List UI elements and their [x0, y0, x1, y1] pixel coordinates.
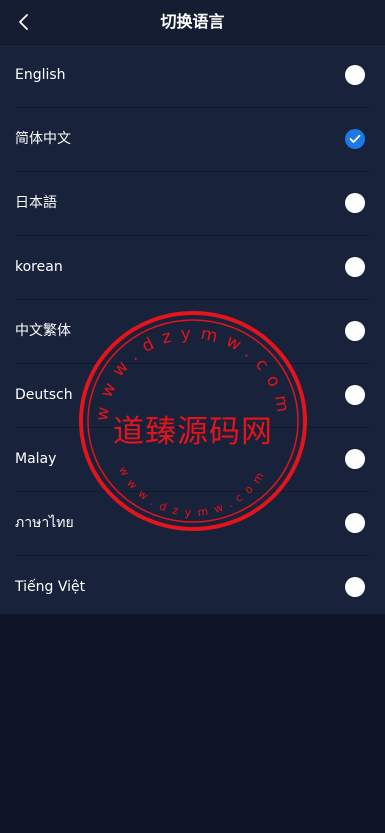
language-label: korean	[15, 259, 63, 275]
language-item-german[interactable]: Deutsch	[15, 364, 370, 428]
radio-unchecked-icon[interactable]	[345, 449, 365, 469]
language-label: 日本語	[15, 195, 57, 211]
language-item-vietnamese[interactable]: Tiếng Việt	[15, 556, 370, 619]
navigation-bar: 切换语言	[0, 0, 385, 44]
page-title: 切换语言	[160, 12, 225, 31]
language-item-thai[interactable]: ภาษาไทย	[15, 492, 370, 556]
radio-unchecked-icon[interactable]	[345, 385, 365, 405]
language-item-simplified-chinese[interactable]: 简体中文	[15, 108, 370, 172]
radio-unchecked-icon[interactable]	[345, 577, 365, 597]
language-item-japanese[interactable]: 日本語	[15, 172, 370, 236]
language-label: Tiếng Việt	[15, 579, 86, 595]
radio-checked-icon[interactable]	[345, 129, 365, 149]
language-label: ภาษาไทย	[15, 515, 74, 531]
checkmark-icon	[349, 134, 361, 143]
empty-area	[0, 614, 385, 833]
language-list: English 简体中文 日本語 korean 中文繁体 Deutsch Mal…	[0, 44, 385, 619]
radio-unchecked-icon[interactable]	[345, 193, 365, 213]
radio-unchecked-icon[interactable]	[345, 513, 365, 533]
language-settings-screen: 切换语言 English 简体中文 日本語 korean 中文繁体 Deutsc…	[0, 0, 385, 833]
language-label: Deutsch	[15, 387, 73, 403]
language-item-traditional-chinese[interactable]: 中文繁体	[15, 300, 370, 364]
language-label: Malay	[15, 451, 57, 467]
radio-unchecked-icon[interactable]	[345, 65, 365, 85]
language-item-english[interactable]: English	[15, 44, 370, 108]
language-label: English	[15, 67, 66, 83]
language-label: 简体中文	[15, 131, 71, 147]
radio-unchecked-icon[interactable]	[345, 257, 365, 277]
language-label: 中文繁体	[15, 323, 71, 339]
language-item-korean[interactable]: korean	[15, 236, 370, 300]
language-item-malay[interactable]: Malay	[15, 428, 370, 492]
radio-unchecked-icon[interactable]	[345, 321, 365, 341]
